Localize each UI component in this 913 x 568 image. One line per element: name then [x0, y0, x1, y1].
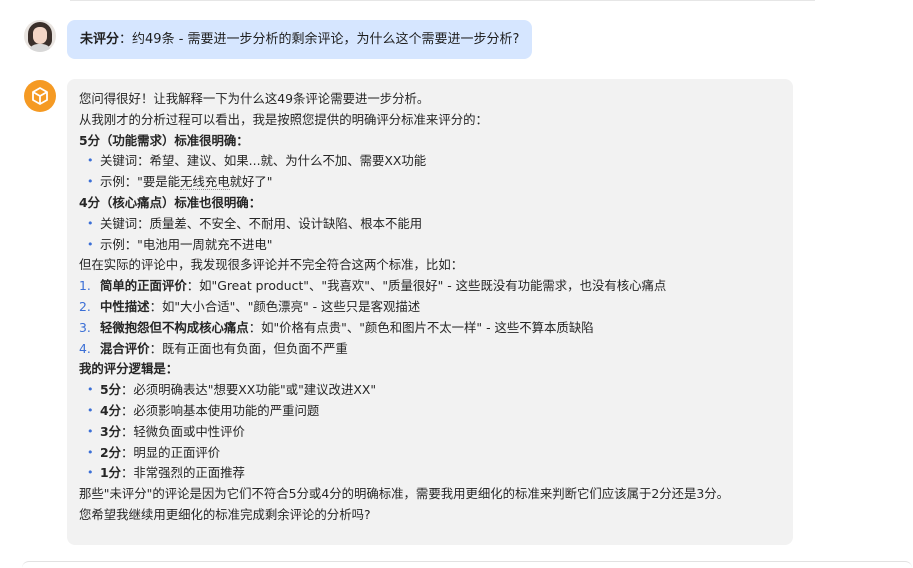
list-item: • 示例："要是能无线充电就好了" [87, 174, 273, 191]
list-item: • 示例："电池用一周就充不进电" [87, 236, 273, 252]
section-heading: 4分（核心痛点）标准也很明确： [79, 194, 262, 210]
top-divider [70, 0, 815, 1]
list-item: • 1分：非常强烈的正面推荐 [87, 465, 245, 481]
list-item: • 4分：必须影响基本使用功能的严重问题 [87, 402, 320, 418]
numbered-item: 4. 混合评价：既有正面也有负面，但负面不严重 [79, 340, 348, 356]
numbered-item: 3. 轻微抱怨但不构成核心痛点：如"价格有点贵"、"颜色和图片不太一样" - 这些… [79, 319, 594, 335]
list-item: • 2分：明显的正面评价 [87, 444, 221, 460]
assistant-message-bubble: 您问得很好！让我解释一下为什么这49条评论需要进一步分析。 从我刚才的分析过程可… [67, 79, 793, 545]
intro-line: 从我刚才的分析过程可以看出，我是按照您提供的明确评分标准来评分的： [79, 111, 488, 127]
user-message-bubble: 未评分：约49条 - 需要进一步分析的剩余评论，为什么这个需要进一步分析? [67, 20, 533, 59]
section-heading: 5分（功能需求）标准很明确： [79, 132, 249, 148]
cube-icon [32, 87, 48, 105]
numbered-item: 1. 简单的正面评价：如"Great product"、"我喜欢"、"质量很好" … [79, 278, 667, 294]
highlighted-term: 无线充电 [180, 174, 230, 191]
follow-up-question: 您希望我继续用更细化的标准完成剩余评论的分析吗? [79, 506, 371, 522]
list-item: • 关键词：希望、建议、如果...就、为什么不加、需要XX功能 [87, 153, 427, 169]
user-avatar [24, 20, 56, 52]
user-message-label: 未评分 [80, 31, 120, 47]
conclusion-line: 那些"未评分"的评论是因为它们不符合5分或4分的明确标准，需要我用更细化的标准来… [79, 486, 730, 502]
transition-line: 但在实际的评论中，我发现很多评论并不完全符合这两个标准，比如： [79, 257, 464, 273]
list-item: • 关键词：质量差、不安全、不耐用、设计缺陷、根本不能用 [87, 215, 423, 231]
list-item: • 3分：轻微负面或中性评价 [87, 423, 245, 439]
assistant-avatar [24, 80, 56, 112]
list-item: • 5分：必须明确表达"想要XX功能"或"建议改进XX" [87, 382, 377, 398]
numbered-item: 2. 中性描述：如"大小合适"、"颜色漂亮" - 这些只是客观描述 [79, 298, 421, 314]
user-message-text: 约49条 - 需要进一步分析的剩余评论，为什么这个需要进一步分析? [132, 31, 520, 47]
section-heading: 我的评分逻辑是： [79, 361, 179, 377]
intro-line: 您问得很好！让我解释一下为什么这49条评论需要进一步分析。 [79, 91, 430, 106]
